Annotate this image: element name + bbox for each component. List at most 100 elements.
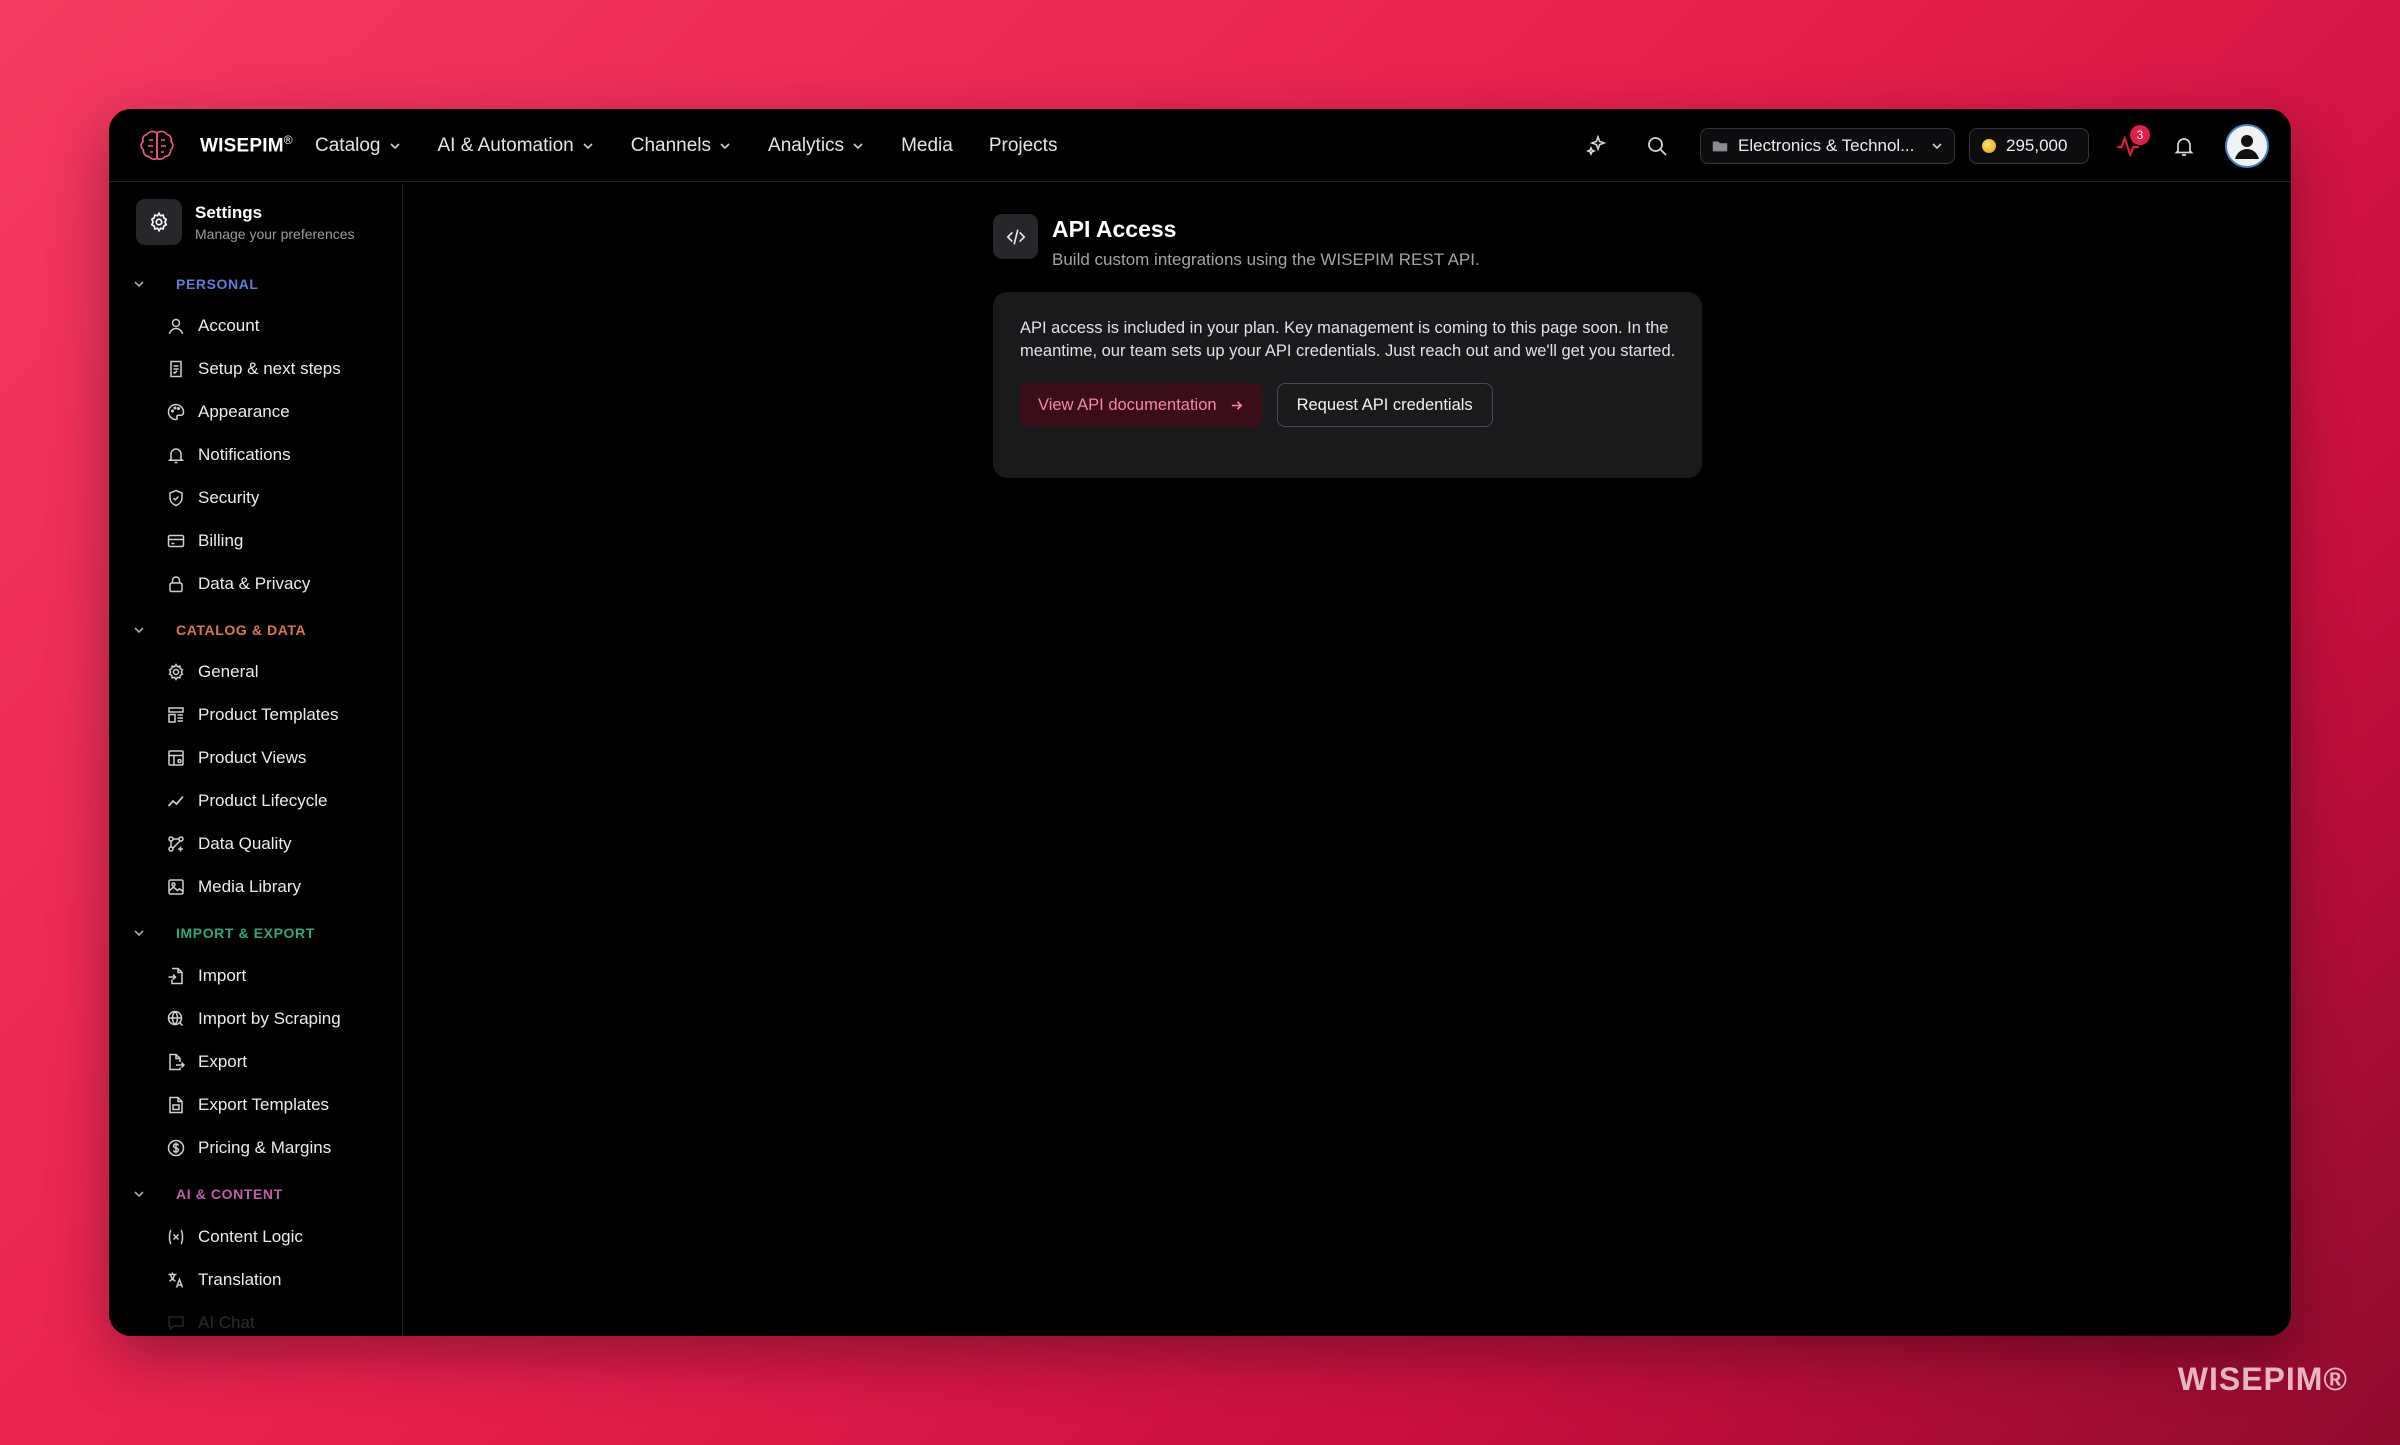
sidebar-item-account[interactable]: Account [166,316,259,336]
nav-label: Projects [988,134,1058,156]
api-access-description: API access is included in your plan. Key… [1020,319,1676,360]
nav-media[interactable]: Media [901,135,953,157]
section-label: IMPORT & EXPORT [176,925,315,941]
bell-icon [167,448,185,464]
sidebar-item-pricing-margins[interactable]: Pricing & Margins [166,1138,331,1158]
sidebar-item-label: Setup & next steps [198,359,341,378]
nav-label: AI & Automation [437,134,574,156]
nav-label: Media [901,134,953,156]
chevron-down-icon [134,281,144,288]
code-icon [993,214,1038,259]
sidebar-item-label: Data & Privacy [198,574,311,593]
page-title: API Access [1052,216,1177,242]
nav-channels[interactable]: Channels [631,135,732,157]
sidebar-item-label: Product Lifecycle [198,791,328,810]
sidebar-item-appearance[interactable]: Appearance [166,402,290,422]
template-icon [168,707,184,723]
sidebar-item-security[interactable]: Security [166,488,259,508]
shield-icon [169,489,183,507]
topbar-actions: Electronics & Technol... 295,000 3 [1584,109,2269,182]
sidebar-item-label: Data Quality [198,834,292,853]
sidebar-item-content-logic[interactable]: Content Logic [166,1227,303,1247]
file-import-icon [168,967,183,985]
sidebar-item-data-privacy[interactable]: Data & Privacy [166,574,310,594]
folder-icon [1712,141,1728,151]
card-actions: View API documentation Request API crede… [1020,383,1675,427]
image-icon [168,879,184,895]
chevron-down-icon [134,930,144,937]
chevron-down-icon [134,627,144,634]
globe-icon [167,1010,184,1027]
gear-icon [136,199,182,245]
main-nav: Catalog AI & Automation Channels Analyti… [315,109,1093,182]
user-icon [168,318,184,335]
page-subtitle: Build custom integrations using the WISE… [1052,250,1480,269]
section-catalog-data[interactable]: CATALOG & DATA [132,622,306,638]
view-api-documentation-button[interactable]: View API documentation [1020,383,1262,427]
sidebar-item-data-quality[interactable]: Data Quality [166,834,292,854]
checklist-icon [170,360,182,378]
file-export-icon [169,1053,186,1071]
button-label: Request API credentials [1296,395,1473,414]
sidebar-item-media-library[interactable]: Media Library [166,877,301,897]
sidebar-item-translation[interactable]: Translation [166,1270,281,1290]
chat-icon [168,1316,184,1331]
section-import-export[interactable]: IMPORT & EXPORT [132,925,315,941]
sidebar-item-export-templates[interactable]: Export Templates [166,1095,329,1115]
sidebar-item-import-scraping[interactable]: Import by Scraping [166,1009,341,1029]
brand-name[interactable]: WISEPIM® [200,133,293,157]
sidebar-item-product-views[interactable]: Product Views [166,748,306,768]
sidebar-item-general[interactable]: General [166,662,258,682]
sidebar-item-export[interactable]: Export [166,1052,247,1072]
credits-value: 295,000 [2006,135,2068,155]
sidebar-item-label: Translation [198,1270,282,1289]
nav-label: Analytics [768,134,845,156]
sidebar-item-product-templates[interactable]: Product Templates [166,705,338,725]
app-window: WISEPIM® Catalog AI & Automation Channel… [109,109,2291,1336]
sidebar-item-ai-chat[interactable]: AI Chat [166,1313,255,1333]
nav-catalog[interactable]: Catalog [315,135,402,157]
settings-sidebar: Settings Manage your preferences PERSONA… [109,183,403,1336]
workspace-name: Electronics & Technol... [1738,135,1915,155]
request-api-credentials-button[interactable]: Request API credentials [1276,383,1493,427]
user-avatar[interactable] [2225,123,2269,168]
sidebar-item-notifications[interactable]: Notifications [166,445,291,465]
brain-logo-icon[interactable] [137,126,177,166]
section-ai-content[interactable]: AI & CONTENT [132,1186,283,1202]
activity-icon[interactable]: 3 [2115,124,2150,159]
chevron-down-icon [1932,142,1942,149]
credit-card-icon [167,534,185,548]
arrow-right-icon [1231,400,1242,410]
sidebar-item-label: Notifications [198,445,291,464]
palette-icon [167,403,185,421]
translate-icon [168,1272,184,1288]
search-icon[interactable] [1644,133,1670,159]
button-label: View API documentation [1038,395,1217,414]
nav-label: Catalog [315,134,381,156]
workflow-icon [168,836,184,852]
gear-icon [168,663,184,681]
sidebar-item-label: Security [198,488,260,507]
sidebar-item-billing[interactable]: Billing [166,531,243,551]
nav-analytics[interactable]: Analytics [768,135,865,157]
sidebar-item-import[interactable]: Import [166,966,246,986]
sidebar-item-label: Media Library [198,877,301,896]
sidebar-item-product-lifecycle[interactable]: Product Lifecycle [166,791,327,811]
section-label: CATALOG & DATA [176,622,307,638]
credits-balance[interactable]: 295,000 [1969,127,2089,164]
bell-icon[interactable] [2171,133,2197,159]
workspace-selector[interactable]: Electronics & Technol... [1700,127,1955,164]
table-icon [168,750,184,766]
sidebar-item-setup[interactable]: Setup & next steps [166,359,341,379]
section-label: AI & CONTENT [176,1186,283,1202]
settings-subtitle: Manage your preferences [195,225,355,242]
chevron-down-icon [134,1191,144,1198]
chevron-down-icon [720,142,730,149]
sidebar-item-label: Import by Scraping [198,1009,341,1028]
nav-projects[interactable]: Projects [989,135,1058,157]
nav-ai-automation[interactable]: AI & Automation [438,135,595,157]
sidebar-item-label: Product Templates [198,705,339,724]
sparkles-icon[interactable] [1584,133,1610,159]
section-personal[interactable]: PERSONAL [132,276,259,292]
sidebar-item-label: Product Views [198,748,307,767]
